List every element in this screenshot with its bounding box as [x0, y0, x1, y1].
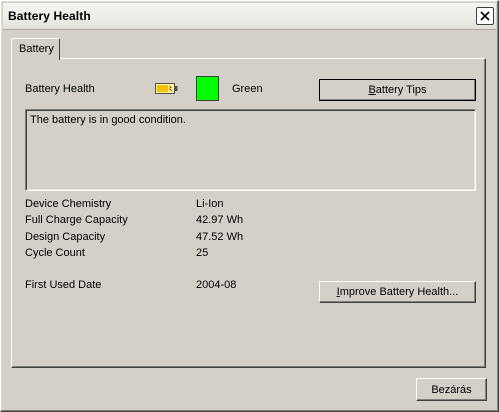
close-window-button[interactable]	[476, 7, 494, 25]
battery-health-window: Battery Health Battery Battery Health Gr…	[0, 0, 499, 412]
detail-value-chemistry: Li-Ion	[196, 198, 224, 210]
first-used-label: First Used Date	[25, 279, 102, 291]
detail-value-design-capacity: 47.52 Wh	[196, 231, 244, 243]
window-title: Battery Health	[8, 9, 91, 23]
battery-charging-icon	[155, 83, 178, 94]
detail-label-full-charge: Full Charge Capacity	[25, 214, 128, 226]
battery-tips-label: attery Tips	[375, 84, 427, 96]
battery-message-text: The battery is in good condition.	[30, 114, 186, 126]
health-status-swatch	[196, 76, 219, 101]
detail-value-cycle-count: 25	[196, 247, 209, 259]
close-button[interactable]: Bezárás	[416, 378, 487, 401]
title-bar[interactable]: Battery Health	[3, 3, 496, 29]
close-icon	[480, 11, 490, 21]
detail-label-chemistry: Device Chemistry	[25, 198, 112, 210]
close-button-label: Bezárás	[431, 384, 472, 396]
detail-value-full-charge: 42.97 Wh	[196, 214, 244, 226]
improve-battery-health-button[interactable]: Improve Battery Health...	[319, 281, 476, 303]
battery-tips-button[interactable]: Battery Tips	[319, 79, 476, 101]
tab-battery[interactable]: Battery	[11, 38, 60, 60]
first-used-value: 2004-08	[196, 279, 237, 291]
title-divider	[3, 29, 496, 30]
battery-tips-mnemonic: B	[368, 84, 376, 96]
detail-label-cycle-count: Cycle Count	[25, 247, 85, 259]
tab-panel	[11, 58, 486, 368]
tab-battery-label: Battery	[19, 43, 54, 55]
health-status-text: Green	[232, 83, 263, 95]
detail-label-design-capacity: Design Capacity	[25, 231, 106, 243]
improve-label: mprove Battery Health...	[339, 286, 459, 298]
battery-health-label: Battery Health	[25, 83, 95, 95]
battery-message-box: The battery is in good condition.	[25, 109, 476, 191]
